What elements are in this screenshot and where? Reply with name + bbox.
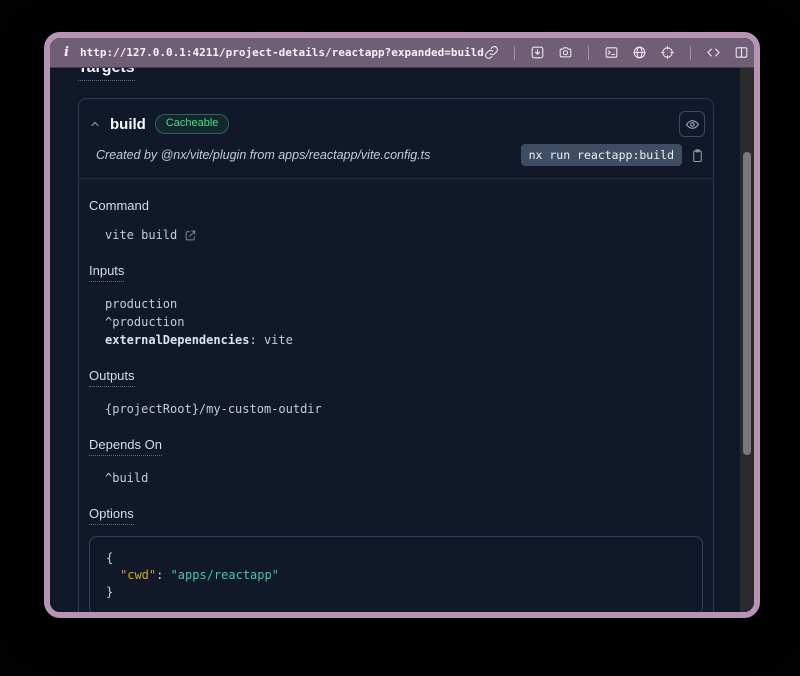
copy-command-button[interactable]	[690, 148, 705, 163]
page-title: Targets	[78, 68, 714, 81]
build-card-header[interactable]: build Cacheable	[79, 99, 713, 137]
target-name: build	[110, 116, 146, 133]
terminal-icon[interactable]	[604, 45, 619, 60]
cacheable-badge: Cacheable	[155, 114, 230, 134]
section-command-label: Command	[89, 198, 703, 213]
download-box-icon[interactable]	[530, 45, 545, 60]
input-item: ^production	[105, 313, 703, 331]
json-open-brace: {	[106, 550, 686, 567]
scrollbar-thumb[interactable]	[743, 152, 751, 455]
depends-on-item: ^build	[105, 469, 703, 487]
command-value: vite build	[105, 226, 703, 244]
camera-icon[interactable]	[558, 45, 573, 60]
run-command-chip: nx run reactapp:build	[521, 144, 682, 166]
clipboard-icon	[690, 148, 705, 163]
toolbar-divider	[690, 46, 691, 60]
json-cwd-line: "cwd": "apps/reactapp"	[106, 567, 686, 584]
json-close-brace: }	[106, 584, 686, 601]
toolbar-divider	[588, 46, 589, 60]
section-depends-on-label: Depends On	[89, 437, 162, 456]
input-item: production	[105, 295, 703, 313]
created-by-text: Created by @nx/vite/plugin from apps/rea…	[96, 148, 430, 162]
url-text: http://127.0.0.1:4211/project-details/re…	[80, 46, 484, 59]
globe-icon[interactable]	[632, 45, 647, 60]
scrollbar-track[interactable]	[740, 68, 754, 612]
output-item: {projectRoot}/my-custom-outdir	[105, 400, 703, 418]
toolbar-divider	[514, 46, 515, 60]
title-bar: i http://127.0.0.1:4211/project-details/…	[50, 38, 754, 68]
chevron-up-icon[interactable]	[89, 118, 101, 130]
devtools-window: i http://127.0.0.1:4211/project-details/…	[44, 32, 760, 618]
section-outputs-label: Outputs	[89, 368, 135, 387]
scroll-content: Targets build Cacheable Created by @nx/v…	[50, 68, 754, 612]
crosshair-icon[interactable]	[660, 45, 675, 60]
view-target-button[interactable]	[679, 111, 705, 137]
content-area: Targets build Cacheable Created by @nx/v…	[50, 68, 754, 612]
link-icon[interactable]	[484, 45, 499, 60]
command-link[interactable]: vite build	[105, 226, 197, 244]
build-card-body: Command vite build Inputs production ^pr…	[79, 179, 713, 612]
options-json-box: { "cwd": "apps/reactapp" }	[89, 536, 703, 612]
split-columns-icon[interactable]	[734, 45, 749, 60]
titlebar-toolbar	[484, 45, 749, 60]
build-card-subrow: Created by @nx/vite/plugin from apps/rea…	[79, 137, 713, 179]
target-card-build: build Cacheable Created by @nx/vite/plug…	[78, 98, 714, 612]
code-icon[interactable]	[706, 45, 721, 60]
section-options-label: Options	[89, 506, 134, 525]
eye-icon	[685, 117, 700, 132]
section-inputs-label: Inputs	[89, 263, 124, 282]
info-icon: i	[64, 45, 69, 60]
input-item-kv: externalDependencies: vite	[105, 331, 703, 349]
external-link-icon	[184, 229, 197, 242]
